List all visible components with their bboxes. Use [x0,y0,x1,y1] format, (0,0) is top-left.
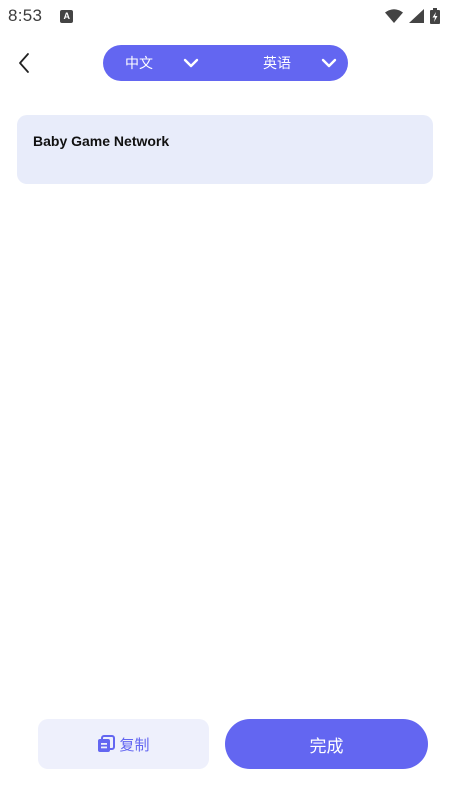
chevron-down-icon [183,58,199,68]
status-bar: 8:53 [0,0,450,32]
translation-result-text: Baby Game Network [33,133,170,149]
back-button[interactable] [10,48,38,78]
done-button[interactable]: 完成 [225,719,428,769]
wifi-icon [385,9,403,23]
target-language-dropdown[interactable]: 英语 [263,45,337,81]
copy-button-label: 复制 [119,736,150,754]
source-language-label: 中文 [125,55,153,71]
language-selector: 中文 英语 [103,45,348,81]
copy-button[interactable]: 复制 [38,719,209,769]
chevron-down-icon [321,58,337,68]
notification-app-icon [60,9,74,23]
translation-result-screen: 8:53 中文 英语 [0,0,450,800]
status-icons [385,8,440,24]
copy-icon [98,735,116,752]
target-language-label: 英语 [263,55,291,71]
chevron-left-icon [19,53,29,73]
source-language-dropdown[interactable]: 中文 [125,45,199,81]
status-time: 8:53 [8,6,43,25]
battery-charging-icon [430,8,440,24]
cellular-signal-icon [409,9,424,23]
translation-result-card: Baby Game Network [17,115,433,184]
